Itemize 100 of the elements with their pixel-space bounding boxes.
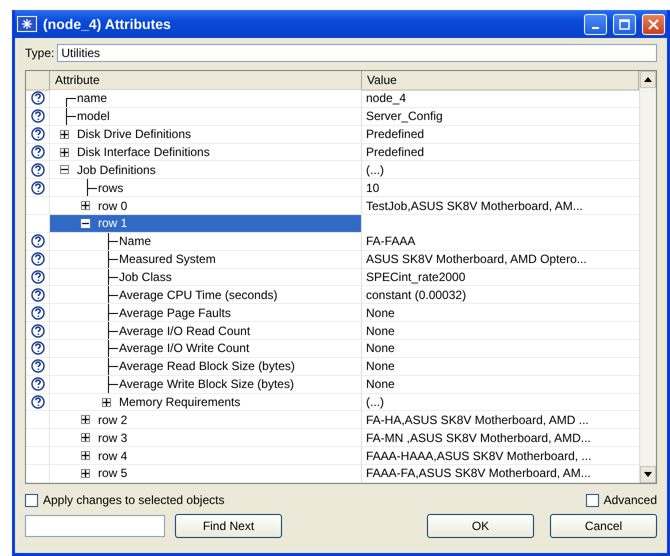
value-cell[interactable]: Predefined: [362, 126, 639, 144]
value-cell[interactable]: None: [362, 376, 639, 394]
cancel-button[interactable]: Cancel: [550, 514, 657, 538]
checkbox-label[interactable]: Apply changes to selected objects: [43, 493, 224, 507]
value-cell[interactable]: Predefined: [362, 144, 639, 162]
help-icon[interactable]: [30, 341, 44, 356]
expand-icon[interactable]: [60, 130, 69, 139]
expand-icon[interactable]: [81, 468, 90, 478]
attribute-name: row 4: [98, 448, 128, 463]
attribute-cell[interactable]: Measured System: [50, 250, 362, 269]
expand-icon[interactable]: [60, 148, 69, 156]
attribute-cell[interactable]: row 1: [50, 215, 362, 233]
value-cell[interactable]: (...): [362, 161, 639, 180]
attribute-cell[interactable]: row 3: [50, 429, 362, 448]
value-cell[interactable]: None: [362, 358, 639, 376]
help-icon[interactable]: [30, 109, 44, 124]
tree-line: [108, 232, 118, 250]
value-cell[interactable]: FAAA-HAAA,ASUS SK8V Motherboard, ...: [362, 447, 639, 466]
attribute-cell[interactable]: Name: [50, 232, 362, 251]
maximize-icon: [619, 18, 630, 30]
type-field[interactable]: Utilities: [57, 44, 657, 62]
search-field[interactable]: [25, 515, 165, 537]
value-cell[interactable]: None: [362, 340, 639, 358]
value-cell[interactable]: None: [362, 304, 639, 322]
scroll-up-button[interactable]: [640, 71, 656, 88]
attribute-cell[interactable]: Disk Interface Definitions: [50, 144, 362, 162]
help-icon[interactable]: [30, 306, 44, 320]
attribute-cell[interactable]: row 2: [50, 411, 362, 430]
attribute-cell[interactable]: Average Read Block Size (bytes): [50, 358, 362, 376]
attribute-cell[interactable]: Average Write Block Size (bytes): [50, 376, 362, 394]
attribute-name: model: [77, 109, 110, 124]
checkbox[interactable]: [586, 494, 599, 506]
value-cell[interactable]: constant (0.00032): [362, 286, 639, 304]
help-icon[interactable]: [30, 162, 44, 177]
tree-line: [108, 340, 118, 357]
help-icon[interactable]: [30, 252, 44, 266]
attribute-cell[interactable]: Average CPU Time (seconds): [50, 286, 362, 304]
scrollbar[interactable]: [639, 71, 656, 483]
expand-icon[interactable]: [81, 415, 90, 424]
attribute-cell[interactable]: Average I/O Write Count: [50, 340, 362, 358]
value-cell[interactable]: TestJob,ASUS SK8V Motherboard, AM...: [362, 197, 639, 216]
attribute-name: row 0: [98, 198, 128, 213]
attribute-name: row 2: [98, 412, 128, 427]
help-icon[interactable]: [30, 270, 44, 284]
minimize-button[interactable]: [584, 14, 607, 34]
attribute-cell[interactable]: name: [50, 90, 362, 108]
attribute-cell[interactable]: rows: [50, 179, 362, 198]
find-next-button[interactable]: Find Next: [175, 514, 282, 538]
attribute-cell[interactable]: Job Class: [50, 268, 362, 286]
attribute-name: Disk Drive Definitions: [77, 127, 192, 142]
value-cell[interactable]: FAAA-FA,ASUS SK8V Motherboard, AM...: [362, 465, 639, 483]
value-cell[interactable]: None: [362, 322, 639, 340]
checkbox[interactable]: [25, 494, 38, 506]
value-cell[interactable]: (...): [362, 394, 639, 412]
attribute-cell[interactable]: Job Definitions: [50, 161, 362, 180]
value-cell[interactable]: node_4: [362, 90, 639, 108]
expand-icon[interactable]: [102, 398, 111, 407]
column-header[interactable]: Attribute: [50, 71, 362, 91]
attribute-cell[interactable]: Average I/O Read Count: [50, 322, 362, 340]
value-cell[interactable]: FA-FAAA: [362, 232, 639, 251]
attribute-cell[interactable]: model: [50, 108, 362, 126]
help-icon[interactable]: [30, 127, 44, 142]
value-cell[interactable]: Server_Config: [362, 108, 639, 126]
attribute-cell[interactable]: Average Page Faults: [50, 304, 362, 322]
help-icon[interactable]: [30, 234, 44, 248]
value-cell[interactable]: FA-MN ,ASUS SK8V Motherboard, AMD...: [362, 429, 639, 448]
collapse-icon[interactable]: [60, 165, 69, 174]
value-cell[interactable]: SPECint_rate2000: [362, 268, 639, 286]
help-icon[interactable]: [30, 395, 44, 410]
checkbox-label[interactable]: Advanced: [604, 493, 657, 507]
help-icon[interactable]: [30, 324, 44, 338]
expand-icon[interactable]: [81, 201, 90, 210]
attribute-cell[interactable]: row 0: [50, 197, 362, 216]
value-cell[interactable]: 10: [362, 179, 639, 198]
tree-line: [108, 268, 118, 286]
expand-icon[interactable]: [81, 451, 90, 460]
attribute-cell[interactable]: Memory Requirements: [50, 394, 362, 412]
attribute-name: Average CPU Time (seconds): [119, 288, 278, 302]
help-icon[interactable]: [30, 359, 44, 374]
attribute-name: Memory Requirements: [119, 395, 240, 410]
down-arrow-icon: [644, 472, 652, 477]
column-header[interactable]: Value: [362, 71, 639, 91]
attribute-cell[interactable]: row 5: [50, 465, 362, 483]
attribute-name: Disk Interface Definitions: [77, 145, 210, 159]
help-icon[interactable]: [30, 288, 44, 302]
help-icon[interactable]: [30, 377, 44, 392]
attribute-name: Average Page Faults: [119, 306, 231, 320]
attribute-cell[interactable]: row 4: [50, 447, 362, 466]
value-cell[interactable]: ASUS SK8V Motherboard, AMD Optero...: [362, 250, 639, 269]
help-icon[interactable]: [30, 180, 44, 195]
type-label: Type:: [25, 46, 54, 60]
help-icon[interactable]: [30, 145, 44, 159]
maximize-button[interactable]: [613, 14, 636, 34]
ok-button[interactable]: OK: [427, 514, 534, 538]
help-icon[interactable]: [30, 91, 44, 106]
attribute-cell[interactable]: Disk Drive Definitions: [50, 126, 362, 144]
value-cell[interactable]: FA-HA,ASUS SK8V Motherboard, AMD ...: [362, 411, 639, 430]
close-button[interactable]: [642, 14, 665, 34]
scroll-down-button[interactable]: [640, 466, 656, 483]
expand-icon[interactable]: [81, 433, 90, 442]
